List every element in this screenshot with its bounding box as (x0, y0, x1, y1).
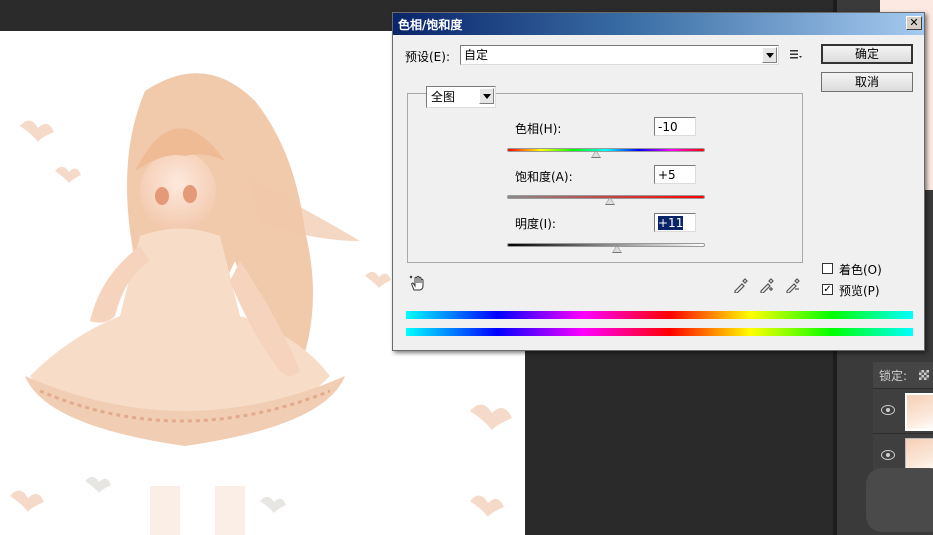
adjustment-group (407, 93, 803, 263)
eyedropper-plus-icon[interactable] (759, 277, 775, 294)
saturation-label: 饱和度(A): (515, 170, 573, 184)
layer-thumbnail (905, 393, 933, 431)
colorize-label: 着色(O) (839, 263, 882, 277)
lightness-input[interactable]: +11 (654, 213, 696, 232)
lock-label: 锁定: (879, 369, 908, 383)
result-spectrum-bar[interactable] (406, 328, 913, 336)
channel-value: 全图 (431, 90, 456, 104)
preview-label: 预览(P) (839, 284, 880, 298)
hand-adjust-icon[interactable] (409, 275, 427, 293)
panel-round-button[interactable] (866, 468, 933, 532)
eyedropper-icon[interactable] (733, 277, 749, 294)
hue-value: -10 (658, 120, 678, 134)
hue-input[interactable]: -10 (654, 117, 696, 136)
close-button[interactable]: ✕ (906, 16, 922, 30)
saturation-slider-thumb[interactable] (604, 197, 615, 205)
lock-transparency-icon[interactable] (919, 370, 929, 380)
chevron-down-icon (762, 47, 777, 63)
preset-label: 预设(E): (405, 50, 450, 64)
source-spectrum-bar (406, 311, 913, 319)
preset-dropdown[interactable]: 自定 (460, 45, 779, 65)
hue-slider-thumb[interactable] (591, 150, 602, 158)
preview-checkbox[interactable]: ✓ (822, 284, 833, 295)
ok-button[interactable]: 确定 (821, 44, 913, 64)
layer-row[interactable] (873, 388, 933, 433)
hue-slider-track[interactable] (507, 148, 705, 152)
eye-icon[interactable] (881, 405, 895, 415)
lightness-slider-track[interactable] (507, 243, 705, 247)
dialog-title: 色相/饱和度 (398, 18, 463, 32)
lightness-slider-thumb[interactable] (611, 245, 622, 253)
lightness-value: +11 (658, 216, 684, 230)
eyedropper-minus-icon[interactable] (785, 277, 801, 294)
hue-saturation-dialog: 色相/饱和度 ✕ 预设(E): 自定 确定 取消 全图 色相(H): -10 饱… (392, 12, 925, 351)
dialog-titlebar[interactable]: 色相/饱和度 ✕ (393, 13, 924, 35)
lock-bar: 锁定: (873, 362, 933, 388)
chevron-down-icon (479, 88, 494, 104)
lightness-label: 明度(I): (515, 217, 556, 231)
check-icon: ✓ (823, 284, 832, 295)
colorize-checkbox[interactable] (822, 263, 833, 274)
saturation-input[interactable]: +5 (654, 165, 696, 184)
close-icon: ✕ (909, 16, 919, 29)
eye-icon[interactable] (881, 450, 895, 460)
saturation-value: +5 (658, 168, 676, 182)
list-menu-icon[interactable] (789, 47, 803, 61)
channel-dropdown[interactable]: 全图 (426, 86, 496, 108)
cancel-button[interactable]: 取消 (821, 72, 913, 92)
hue-label: 色相(H): (515, 122, 562, 136)
preset-value: 自定 (464, 48, 489, 62)
